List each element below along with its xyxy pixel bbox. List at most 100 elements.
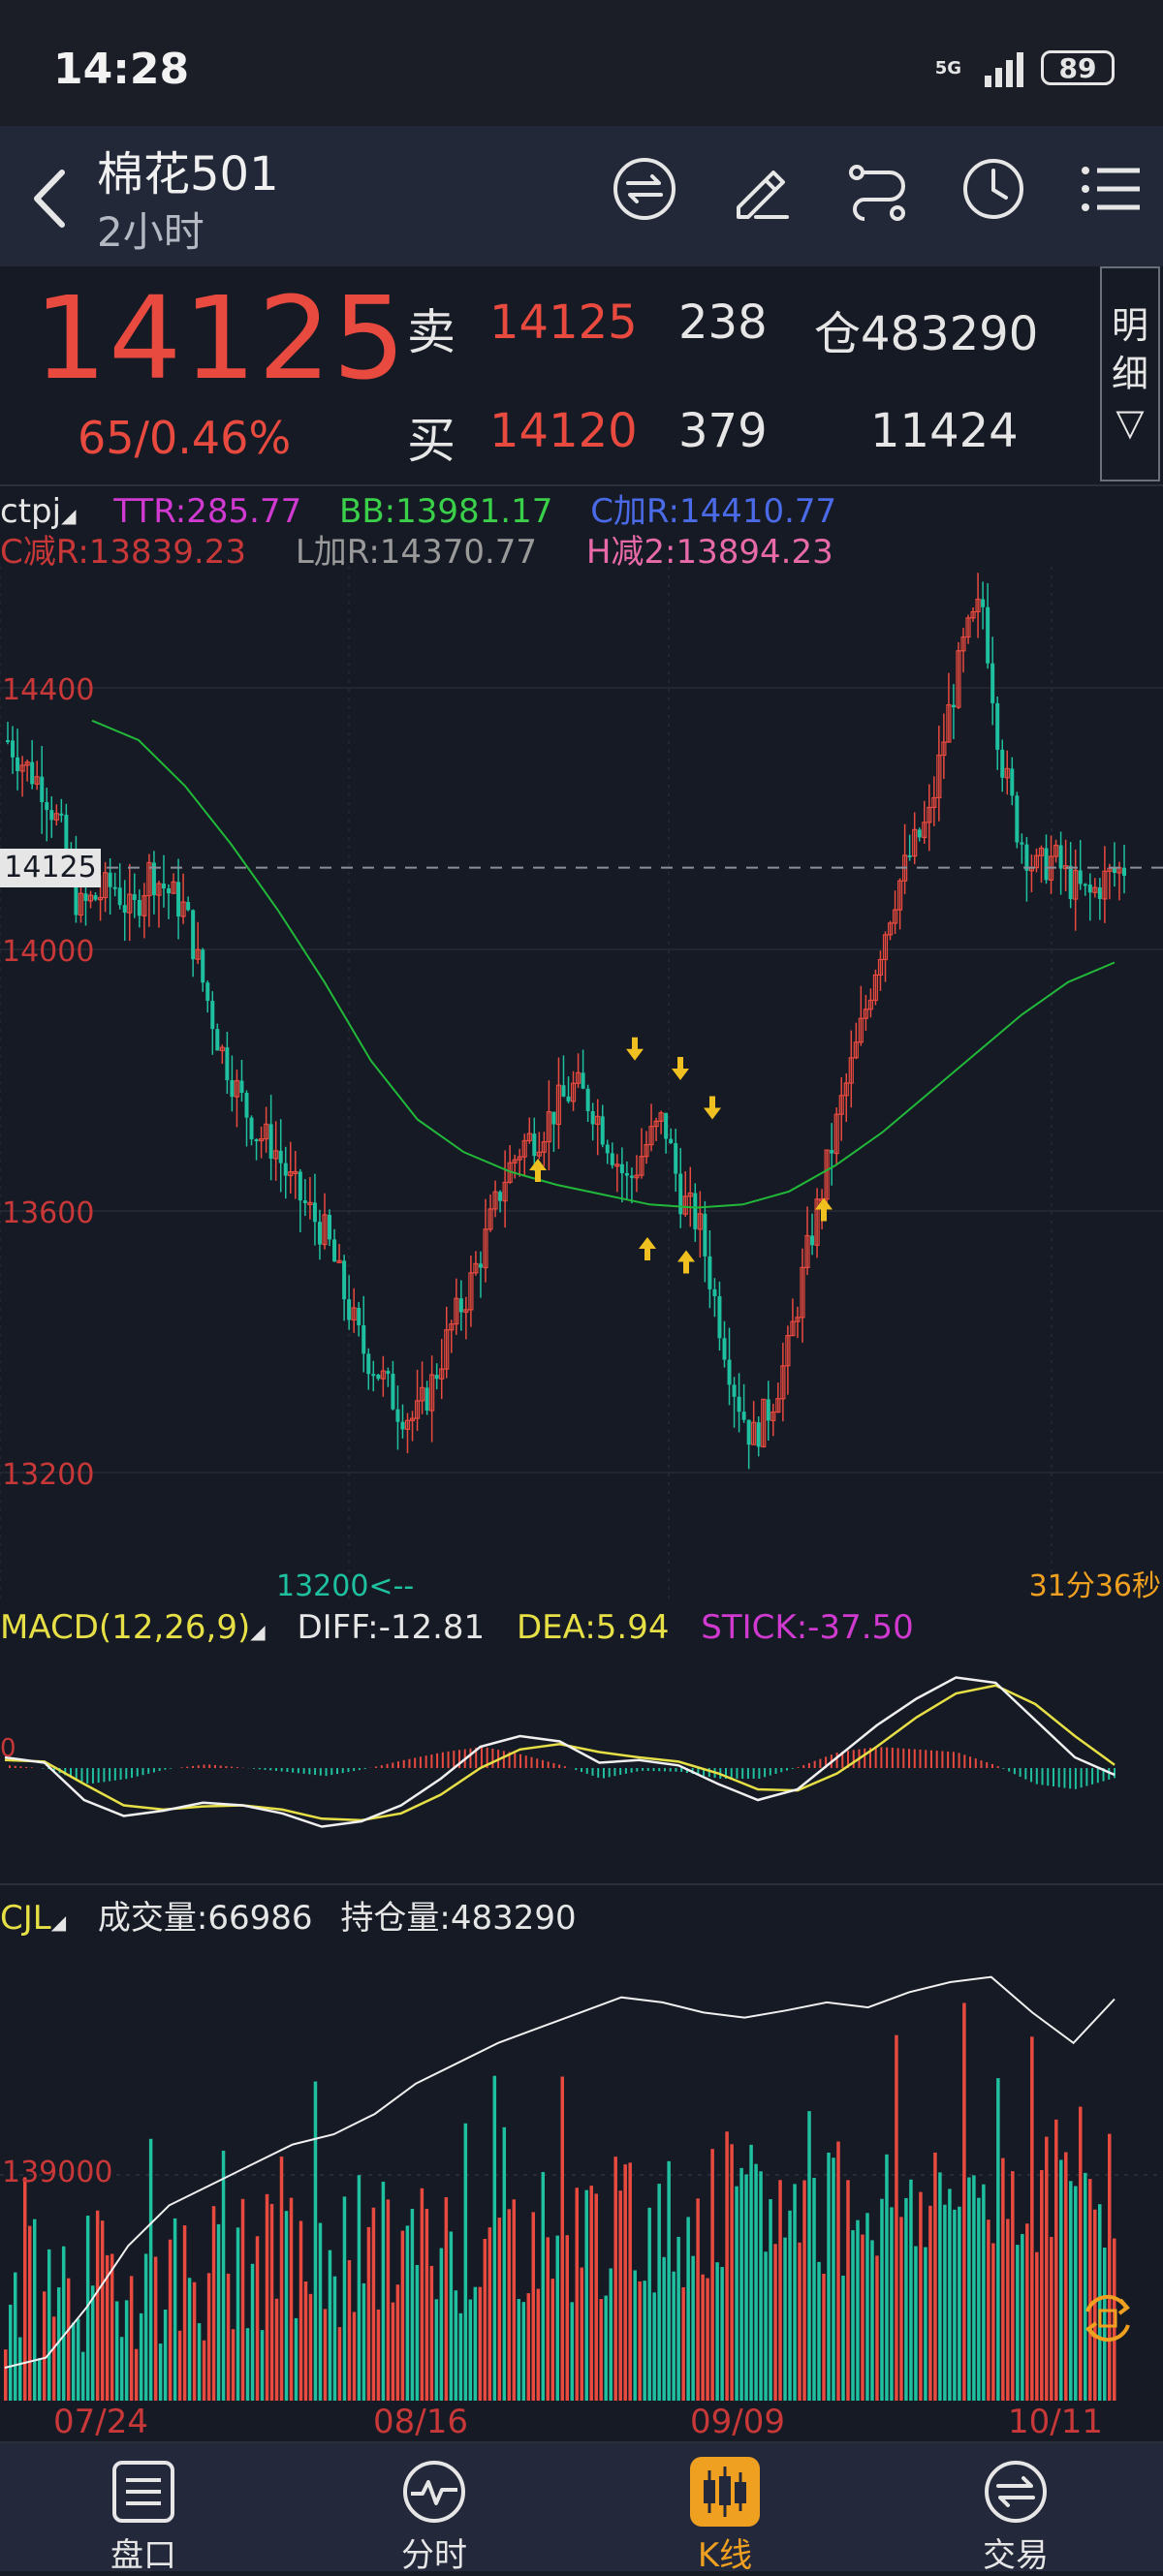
candle [658,1110,664,1134]
tab-trade[interactable]: 交易 [899,2443,1132,2575]
kline-icon [690,2457,760,2527]
candle [536,1132,542,1160]
volume-bar [899,2217,903,2403]
volume-bar [37,2358,42,2403]
candle [517,1148,522,1177]
volume-bar [187,2278,192,2403]
sell-label: 卖 [407,304,456,360]
candle [804,1206,810,1276]
candle [751,1401,757,1445]
candle [458,1280,463,1331]
volume-bar [948,2188,952,2403]
volume-bar [260,2330,265,2403]
tab-timeshare[interactable]: 分时 [318,2443,550,2575]
kline-chart[interactable]: 14400 14000 13600 13200 [0,567,1163,1603]
volume-bar [22,2177,27,2403]
volume-bar [676,2236,680,2403]
switch-contract-icon[interactable] [611,155,678,223]
candle [1048,835,1054,894]
volume-bar [735,2186,739,2403]
last-price: 14125 [34,271,408,405]
volume-bar [1035,2251,1039,2403]
candle [761,1398,767,1448]
candle [268,1095,273,1181]
history-clock-icon[interactable] [959,155,1027,223]
volume-bar [706,2278,709,2403]
macd-chart[interactable] [0,1652,1163,1884]
volume-bar [216,2223,221,2403]
volume-bar [938,2172,942,2403]
volume-bar [691,2255,695,2403]
volume-bar [914,2246,918,2403]
candle [444,1306,450,1379]
volume-header[interactable]: CJL◢ 成交量:66986 持仓量:483290 [0,1891,577,1939]
period-label[interactable]: 2小时 [97,200,204,259]
draw-line-icon[interactable] [727,155,795,223]
volume-bar [739,2167,743,2403]
candle [756,1416,761,1457]
candle [122,880,127,942]
volume-bar [953,2209,957,2403]
candle [468,1256,474,1327]
macd-header[interactable]: MACD(12,26,9)◢ DIFF:-12.81 DEA:5.94 STIC… [0,1608,914,1647]
volume-bar [61,2246,66,2403]
candle [722,1320,727,1368]
candle [1068,842,1073,909]
volume-scale-label: 139000 [2,2156,113,2189]
reset-zoom-icon[interactable] [1076,2286,1140,2350]
detail-char-2: 细 [1111,353,1148,395]
back-arrow-icon[interactable] [27,165,76,233]
buy-label: 买 [407,413,456,469]
candle [712,1278,717,1318]
candle [215,1023,220,1051]
candle [830,1123,834,1186]
contract-title[interactable]: 棉花501 [97,136,279,203]
volume-bar [17,2337,22,2403]
volume-bar [754,2163,758,2403]
timeshare-icon [403,2461,465,2523]
macd-title[interactable]: MACD(12,26,9) [0,1608,250,1647]
macd-diff: DIFF:-12.81 [297,1608,486,1647]
volume-bar [236,2227,240,2403]
volume-bar [1006,2219,1010,2403]
volume-chart[interactable] [0,1933,1163,2403]
candle [332,1228,337,1262]
candle [682,1171,688,1218]
candle [521,1133,527,1176]
volume-bar [458,2312,463,2403]
candle [1024,836,1029,902]
volume-bar [1108,2133,1112,2403]
tab-kline[interactable]: K线 [609,2443,841,2575]
candle [541,1132,547,1166]
candle [273,1121,279,1181]
candle [132,873,137,918]
detail-button[interactable]: 明 细 ▽ [1100,266,1160,481]
candle [1033,848,1040,873]
candle [575,1053,582,1089]
menu-icon[interactable] [1076,155,1144,223]
sell-signal-arrow-icon [704,1096,721,1120]
macd-dea: DEA:5.94 [517,1608,670,1647]
candle [483,1198,488,1283]
volume-bar [521,2302,526,2403]
volume-bar [565,2235,569,2403]
candle [1015,791,1020,849]
volume-bar [560,2076,564,2403]
volume-bar [541,2172,546,2403]
volume-bar [827,2152,831,2403]
candle [775,1382,781,1413]
volume-title[interactable]: CJL [0,1899,51,1938]
candle [946,672,952,743]
candle [87,890,94,909]
date-tick-3: 09/09 [690,2403,785,2441]
volume-bar [919,2191,923,2403]
volume-bar [32,2219,37,2403]
candle [201,947,205,992]
candle [669,1128,674,1144]
candle [141,883,147,939]
tab-orderbook[interactable]: 盘口 [27,2443,260,2575]
candle [838,1076,844,1141]
candle [566,1076,571,1103]
volume-bar [405,2225,410,2403]
indicator-switch-icon[interactable] [843,155,911,223]
